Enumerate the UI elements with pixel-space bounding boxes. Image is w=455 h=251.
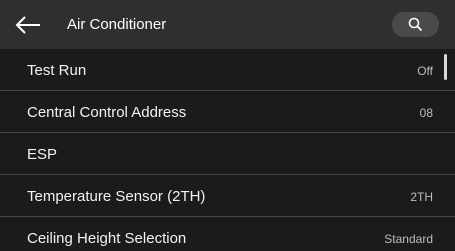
settings-row-esp[interactable]: ESP [0, 133, 455, 175]
row-label: Central Control Address [27, 104, 187, 121]
search-icon [408, 17, 423, 32]
settings-row-temperature-sensor[interactable]: Temperature Sensor (2TH) 2TH [0, 175, 455, 217]
app-header: Air Conditioner [0, 0, 455, 49]
row-label: ESP [27, 146, 58, 163]
row-label: Test Run [27, 62, 87, 79]
row-label: Temperature Sensor (2TH) [27, 188, 206, 205]
row-label: Ceiling Height Selection [27, 230, 187, 247]
settings-list: Test Run Off Central Control Address 08 … [0, 49, 455, 251]
page-title: Air Conditioner [67, 16, 167, 33]
row-value: Standard [384, 232, 433, 246]
row-value: 2TH [410, 190, 433, 204]
settings-row-test-run[interactable]: Test Run Off [0, 49, 455, 91]
scrollbar-thumb[interactable] [444, 54, 447, 80]
settings-row-ceiling-height[interactable]: Ceiling Height Selection Standard [0, 217, 455, 251]
settings-row-central-control-address[interactable]: Central Control Address 08 [0, 91, 455, 133]
arrow-left-icon[interactable] [14, 14, 42, 36]
search-button[interactable] [392, 12, 439, 37]
row-value: Off [417, 64, 433, 78]
row-value: 08 [419, 106, 433, 120]
